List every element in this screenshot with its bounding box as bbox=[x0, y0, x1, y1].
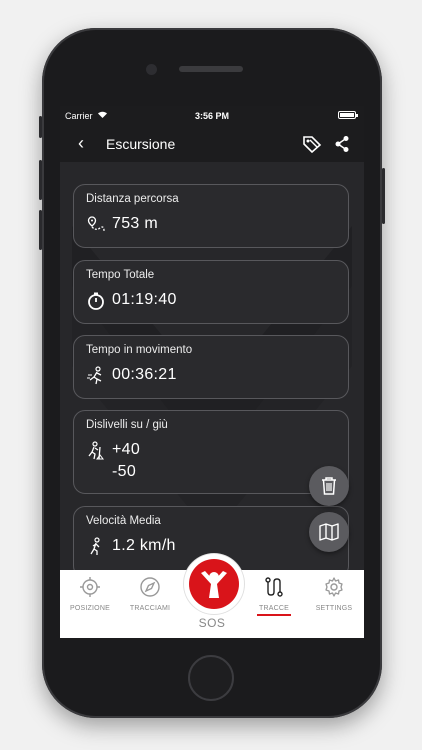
sos-label[interactable]: SOS bbox=[184, 616, 240, 630]
mute-switch bbox=[39, 116, 42, 138]
running-person-icon bbox=[87, 366, 102, 385]
map-icon bbox=[319, 523, 339, 541]
stat-label: Velocità Media bbox=[86, 515, 161, 527]
stat-label: Dislivelli su / giù bbox=[86, 419, 168, 431]
delete-track-button[interactable] bbox=[309, 466, 349, 506]
tab-label: POSIZIONE bbox=[70, 605, 110, 612]
sos-person-icon bbox=[201, 571, 227, 598]
stat-value: 01:19:40 bbox=[112, 291, 177, 308]
stat-card-moving-time: Tempo in movimento 00:36:21 bbox=[73, 335, 349, 399]
elevation-up-value: +40 bbox=[112, 441, 141, 458]
stat-label: Tempo in movimento bbox=[86, 344, 193, 356]
stat-value: 00:36:21 bbox=[112, 366, 177, 383]
tab-label: SETTINGS bbox=[315, 605, 353, 612]
back-chevron-icon[interactable]: ‹ bbox=[78, 134, 84, 152]
stat-label: Distanza percorsa bbox=[86, 193, 179, 205]
tab-settings[interactable]: SETTINGS bbox=[304, 576, 364, 612]
power-button bbox=[382, 168, 385, 224]
stat-value: 753 m bbox=[112, 215, 158, 232]
tab-label: TRACCE bbox=[259, 605, 289, 612]
compass-icon bbox=[140, 577, 160, 597]
active-tab-indicator bbox=[257, 614, 291, 616]
show-map-button[interactable] bbox=[309, 512, 349, 552]
stat-card-elevation: Dislivelli su / giù +40 -50 bbox=[73, 410, 349, 494]
walking-person-icon bbox=[90, 537, 100, 555]
page-title: Escursione bbox=[106, 136, 176, 152]
crosshair-icon bbox=[80, 577, 100, 597]
stat-label: Tempo Totale bbox=[86, 269, 155, 281]
tab-posizione[interactable]: POSIZIONE bbox=[60, 576, 120, 612]
tab-tracciami[interactable]: TRACCIAMI bbox=[120, 576, 180, 612]
trash-icon bbox=[322, 477, 336, 495]
stat-value: 1.2 km/h bbox=[112, 537, 176, 554]
elevation-down-value: -50 bbox=[112, 463, 137, 480]
status-bar: Carrier 3:56 PM bbox=[60, 106, 364, 126]
earpiece-speaker bbox=[179, 66, 243, 72]
nav-bar: ‹ Escursione bbox=[60, 126, 364, 162]
tab-label: TRACCIAMI bbox=[129, 605, 171, 612]
status-time: 3:56 PM bbox=[194, 111, 229, 121]
battery-nub bbox=[356, 114, 358, 117]
share-icon[interactable] bbox=[334, 135, 350, 153]
volume-up-button bbox=[39, 160, 42, 200]
app-screen: Carrier 3:56 PM ‹ Escursione Distanza pe… bbox=[60, 106, 364, 638]
tag-icon[interactable] bbox=[302, 135, 322, 153]
tab-tracce[interactable]: TRACCE bbox=[244, 576, 304, 616]
hiker-climbing-icon bbox=[88, 441, 104, 460]
stopwatch-icon bbox=[88, 292, 104, 310]
gear-icon bbox=[325, 577, 343, 597]
stat-card-distance: Distanza percorsa 753 m bbox=[73, 184, 349, 248]
sos-button[interactable] bbox=[184, 554, 244, 614]
sos-button-inner bbox=[189, 559, 239, 609]
front-camera bbox=[146, 64, 157, 75]
volume-down-button bbox=[39, 210, 42, 250]
battery-icon bbox=[338, 111, 356, 119]
distance-pin-icon bbox=[87, 216, 105, 232]
home-button[interactable] bbox=[188, 655, 234, 701]
track-path-icon bbox=[265, 577, 283, 597]
stat-card-total-time: Tempo Totale 01:19:40 bbox=[73, 260, 349, 324]
